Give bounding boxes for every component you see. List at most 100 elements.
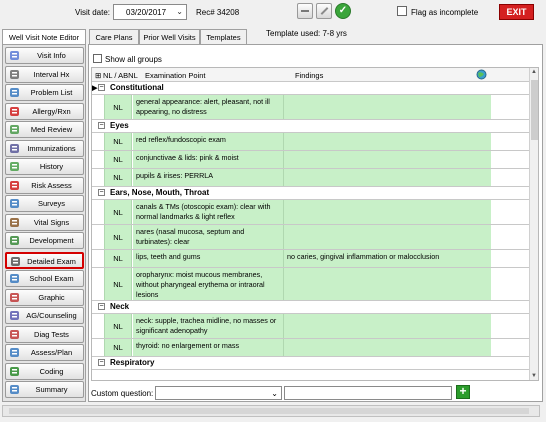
vital-signs-icon — [9, 217, 20, 228]
section-row[interactable]: − Neck — [92, 301, 530, 314]
nav-immunizations-button[interactable]: Immunizations — [5, 140, 84, 157]
nav-problem-list-button[interactable]: Problem List — [5, 84, 84, 101]
exam-item-row[interactable]: NL conjunctivae & lids: pink & moist — [92, 151, 530, 169]
findings-cell[interactable] — [284, 95, 491, 119]
nav-development-button[interactable]: Development — [5, 232, 84, 249]
nav-ag-counseling-button[interactable]: AG/Counseling — [5, 307, 84, 324]
collapse-icon[interactable]: − — [98, 122, 105, 129]
exam-item-row[interactable]: NL lips, teeth and gums no caries, gingiva… — [92, 250, 530, 268]
nav-label: Med Review — [30, 125, 73, 134]
exam-item-row[interactable]: NL thyroid: no enlargement or mass — [92, 339, 530, 357]
visit-date-picker[interactable]: 03/20/2017 ⌄ — [113, 4, 187, 20]
nav-vital-signs-button[interactable]: Vital Signs — [5, 214, 84, 231]
nav-school-exam-button[interactable]: School Exam — [5, 270, 84, 287]
section-row[interactable]: − Respiratory — [92, 357, 530, 370]
nl-abnl-cell[interactable]: NL — [104, 225, 132, 249]
exam-point-cell: conjunctivae & lids: pink & moist — [133, 151, 284, 168]
scroll-thumb[interactable] — [531, 80, 538, 140]
chevron-down-icon[interactable]: ⌄ — [271, 389, 278, 398]
edit-button[interactable] — [316, 3, 332, 19]
collapse-icon[interactable]: − — [98, 303, 105, 310]
findings-cell[interactable] — [284, 169, 491, 186]
expand-all-icon[interactable]: ⊞ — [95, 71, 101, 80]
tab-templates[interactable]: Templates — [200, 29, 247, 45]
nav-graphic-button[interactable]: Graphic — [5, 289, 84, 306]
nav-label: Problem List — [30, 88, 73, 97]
nav-med-review-button[interactable]: Med Review — [5, 121, 84, 138]
nav-diag-tests-button[interactable]: Diag Tests — [5, 326, 84, 343]
nav-surveys-button[interactable]: Surveys — [5, 195, 84, 212]
section-title: Neck — [110, 302, 130, 311]
exam-point-cell: thyroid: no enlargement or mass — [133, 339, 284, 356]
flag-incomplete-checkbox[interactable] — [397, 6, 407, 16]
nav-label: Immunizations — [27, 144, 76, 153]
vertical-scrollbar[interactable]: ▲ ▼ — [529, 68, 538, 380]
nav-label: Assess/Plan — [30, 348, 73, 357]
tab-care-plans[interactable]: Care Plans — [89, 29, 139, 45]
findings-cell[interactable] — [284, 200, 491, 224]
show-all-groups-toggle[interactable]: Show all groups — [93, 54, 162, 64]
nav-risk-assess-button[interactable]: Risk Assess — [5, 177, 84, 194]
collapse-icon[interactable]: − — [98, 359, 105, 366]
collapse-icon[interactable]: − — [98, 84, 105, 91]
nl-abnl-cell[interactable]: NL — [104, 200, 132, 224]
nl-abnl-cell[interactable]: NL — [104, 314, 132, 338]
nav-interval-hx-button[interactable]: Interval Hx — [5, 66, 84, 83]
exam-grid: ⊞ NL / ABNL Examination Point Findings ▶… — [91, 67, 539, 381]
exam-item-row[interactable]: NL general appearance: alert, pleasant, n… — [92, 95, 530, 120]
scroll-up-icon[interactable]: ▲ — [531, 69, 537, 75]
nl-abnl-cell[interactable]: NL — [104, 169, 132, 186]
nav-history-button[interactable]: History — [5, 158, 84, 175]
show-all-groups-checkbox[interactable] — [93, 54, 102, 63]
findings-cell[interactable] — [284, 339, 491, 356]
exam-point-cell: lips, teeth and gums — [133, 250, 284, 267]
exam-item-row[interactable]: NL neck: supple, trachea midline, no mass… — [92, 314, 530, 339]
section-row[interactable]: − Eyes — [92, 120, 530, 133]
exit-button[interactable]: EXIT — [499, 4, 534, 20]
exam-item-row[interactable]: NL pupils & irises: PERRLA — [92, 169, 530, 187]
findings-cell[interactable] — [284, 225, 491, 249]
hscroll-thumb[interactable] — [9, 408, 529, 414]
collapse-icon[interactable]: − — [98, 189, 105, 196]
exam-item-row[interactable]: NL canals & TMs (otoscopic exam): clear w… — [92, 200, 530, 225]
visit-info-icon — [9, 50, 20, 61]
exam-item-row[interactable]: NL red reflex/fundoscopic exam — [92, 133, 530, 151]
scroll-down-icon[interactable]: ▼ — [531, 373, 537, 379]
custom-question-input[interactable] — [284, 386, 452, 400]
findings-cell[interactable]: no caries, gingival inflammation or malo… — [284, 250, 491, 267]
remove-button[interactable] — [297, 3, 313, 19]
nl-abnl-cell[interactable]: NL — [104, 133, 132, 150]
findings-cell[interactable] — [284, 268, 491, 300]
findings-cell[interactable] — [284, 151, 491, 168]
save-check-button[interactable]: ✓ — [335, 3, 351, 19]
add-question-button[interactable]: + — [456, 385, 470, 399]
exam-point-cell: general appearance: alert, pleasant, not… — [133, 95, 284, 119]
chevron-down-icon[interactable]: ⌄ — [176, 7, 183, 16]
nl-abnl-cell[interactable]: NL — [104, 339, 132, 356]
section-row[interactable]: ▶ − Constitutional — [92, 82, 530, 95]
nl-abnl-cell[interactable]: NL — [104, 250, 132, 267]
exam-item-row[interactable]: NL oropharynx: moist mucous membranes, wi… — [92, 268, 530, 301]
nav-coding-button[interactable]: Coding — [5, 363, 84, 380]
exam-item-row[interactable]: NL nares (nasal mucosa, septum and turbin… — [92, 225, 530, 250]
summary-icon — [9, 384, 20, 395]
nav-visit-info-button[interactable]: Visit Info — [5, 47, 84, 64]
nl-abnl-cell[interactable]: NL — [104, 95, 132, 119]
nav-allergy-rxn-button[interactable]: Allergy/Rxn — [5, 103, 84, 120]
counseling-icon — [9, 310, 20, 321]
findings-cell[interactable] — [284, 314, 491, 338]
section-title: Constitutional — [110, 83, 164, 92]
exam-rows: ▶ − Constitutional NL general appearance: al… — [92, 82, 530, 370]
horizontal-scrollbar[interactable] — [2, 405, 540, 417]
tab-prior-well-visits[interactable]: Prior Well Visits — [139, 29, 200, 45]
nav-detailed-exam-button[interactable]: Detailed Exam — [5, 252, 84, 269]
globe-icon[interactable] — [476, 69, 487, 82]
tab-well-visit-note-editor[interactable]: Well Visit Note Editor — [2, 29, 86, 45]
nl-abnl-cell[interactable]: NL — [104, 268, 132, 300]
nav-summary-button[interactable]: Summary — [5, 381, 84, 398]
findings-cell[interactable] — [284, 133, 491, 150]
nl-abnl-cell[interactable]: NL — [104, 151, 132, 168]
nav-assess-plan-button[interactable]: Assess/Plan — [5, 344, 84, 361]
section-row[interactable]: − Ears, Nose, Mouth, Throat — [92, 187, 530, 200]
custom-question-select[interactable]: ⌄ — [155, 386, 282, 400]
